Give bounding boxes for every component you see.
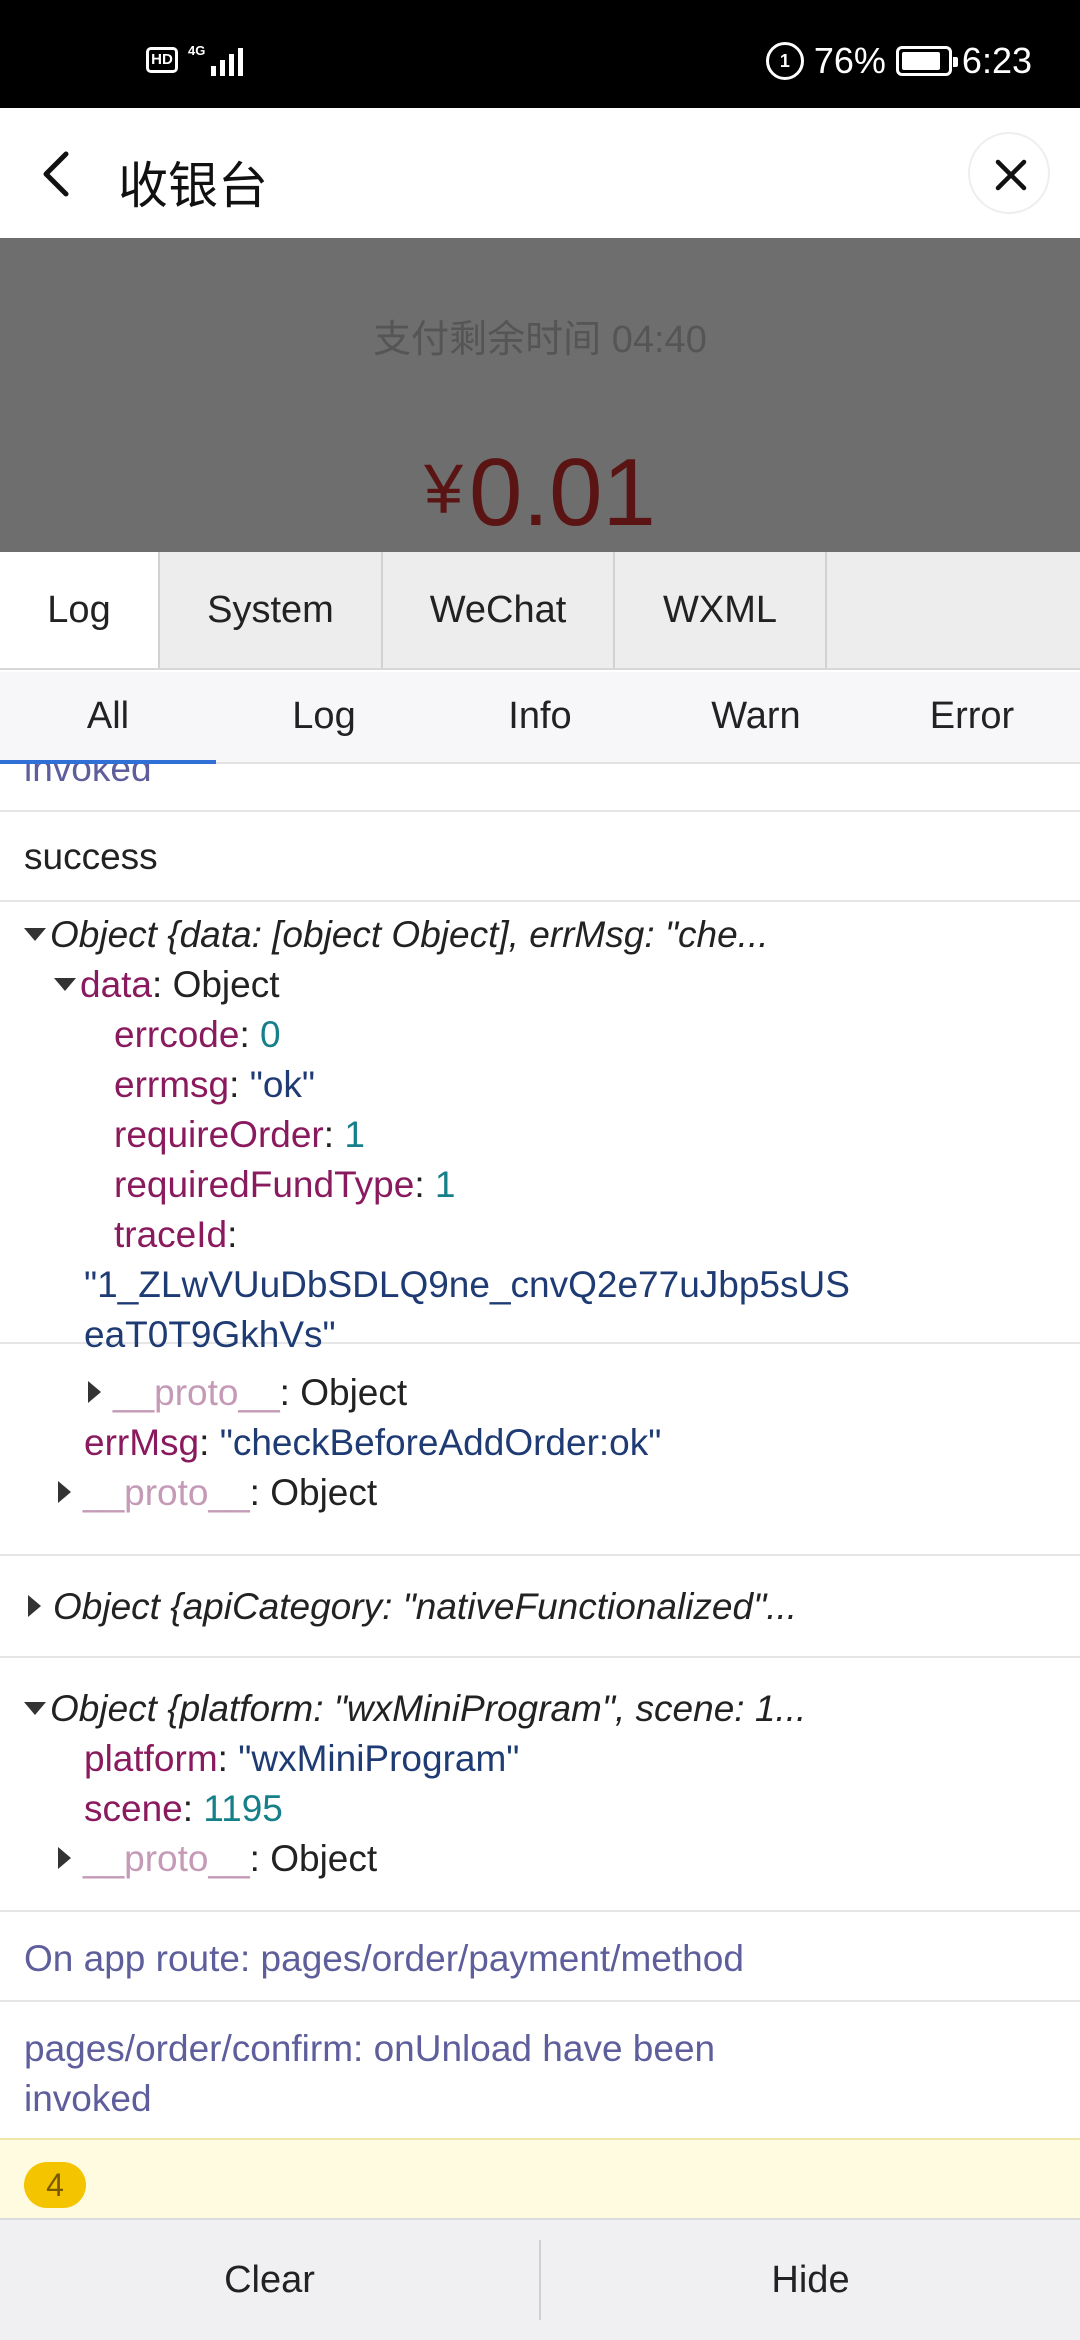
tab-wxml[interactable]: WXML [615,552,827,668]
bottom-bar: Clear Hide [0,2218,1080,2340]
object-property: requiredFundType: 1 [114,1164,456,1205]
object-property[interactable]: __proto__: Object [58,1834,377,1884]
close-icon [995,159,1027,191]
property-value: "1_ZLwVUuDbSDLQ9ne_cnvQ2e77uJbp5sUS [84,1264,850,1305]
data-saver-icon: 1 [765,42,804,80]
back-arrow-icon[interactable] [38,150,78,198]
console-tabs: Log System WeChat WXML [0,552,1080,670]
payment-timer: 支付剩余时间 04:40 [373,319,707,361]
network-type: 4G [188,43,206,58]
collapsed-arrow-icon [88,1381,101,1403]
repeat-count-badge: 4 [24,2162,86,2208]
expand-arrow-icon [24,928,46,941]
object-summary[interactable]: Object {data: [object Object], errMsg: "… [24,910,769,960]
expand-arrow-icon [24,1702,46,1715]
warn-log-row: 4 [0,2138,1080,2218]
amount-value: 0.01 [469,439,656,546]
header: 收银台 [0,108,1080,238]
page-title: 收银台 [118,158,268,214]
tab-log[interactable]: Log [0,552,160,668]
object-property[interactable]: data: Object [54,960,280,1010]
filter-log[interactable]: Log [216,672,432,762]
unload-log-line-1: pages/order/confirm: onUnload have been [24,2028,716,2069]
clear-button[interactable]: Clear [0,2220,539,2340]
payment-amount: ¥0.01 [0,438,1080,548]
object-property: errMsg: "checkBeforeAddOrder:ok" [84,1422,662,1463]
object-summary[interactable]: Object {apiCategory: "nativeFunctionaliz… [28,1582,797,1632]
log-list[interactable]: invoked success Object {data: [object Ob… [0,764,1080,2218]
log-text: invoked [24,764,152,789]
route-log: On app route: pages/order/payment/method [24,1938,744,1979]
filter-all[interactable]: All [0,672,216,764]
log-text: success [24,836,158,877]
filter-warn[interactable]: Warn [648,672,864,762]
object-property[interactable]: __proto__: Object [88,1368,407,1418]
collapsed-arrow-icon [28,1595,41,1617]
close-button[interactable] [968,132,1050,214]
battery-icon [895,46,958,76]
list-item: invoked [0,764,1080,812]
collapsed-arrow-icon [58,1847,71,1869]
object-property: scene: 1195 [84,1788,283,1829]
tab-system[interactable]: System [160,552,383,668]
battery-percent: 76% [813,40,886,81]
unload-log-line-2: invoked [24,2078,152,2119]
status-left: HD 4G [146,43,244,76]
collapsed-arrow-icon [58,1481,71,1503]
divider [0,2000,1080,2002]
list-item: Object {data: [object Object], errMsg: "… [0,902,1080,1355]
currency-symbol: ¥ [424,450,464,528]
divider [0,1910,1080,1912]
object-property: traceId: [114,1214,238,1255]
expand-arrow-icon [54,978,76,991]
divider [0,1554,1080,1556]
tab-wechat[interactable]: WeChat [383,552,615,668]
object-property: errmsg: "ok" [114,1064,316,1105]
object-property: platform: "wxMiniProgram" [84,1738,520,1779]
status-bar: HD 4G 1 76% 6:23 [0,0,1080,108]
filter-error[interactable]: Error [864,672,1080,762]
object-property[interactable]: __proto__: Object [58,1468,377,1518]
filter-info[interactable]: Info [432,672,648,762]
hide-button[interactable]: Hide [541,2220,1080,2340]
signal-icon: 4G [188,43,244,76]
clock: 6:23 [961,40,1032,81]
object-property: errcode: 0 [114,1014,281,1055]
status-right: 1 76% 6:23 [765,40,1032,82]
divider [0,1656,1080,1658]
object-summary[interactable]: Object {platform: "wxMiniProgram", scene… [24,1684,806,1734]
list-item: success [0,812,1080,902]
payment-overlay: 支付剩余时间 04:40 ¥0.01 [0,238,1080,552]
object-property: requireOrder: 1 [114,1114,365,1155]
hd-icon: HD [146,47,178,73]
log-filters: All Log Info Warn Error [0,672,1080,764]
